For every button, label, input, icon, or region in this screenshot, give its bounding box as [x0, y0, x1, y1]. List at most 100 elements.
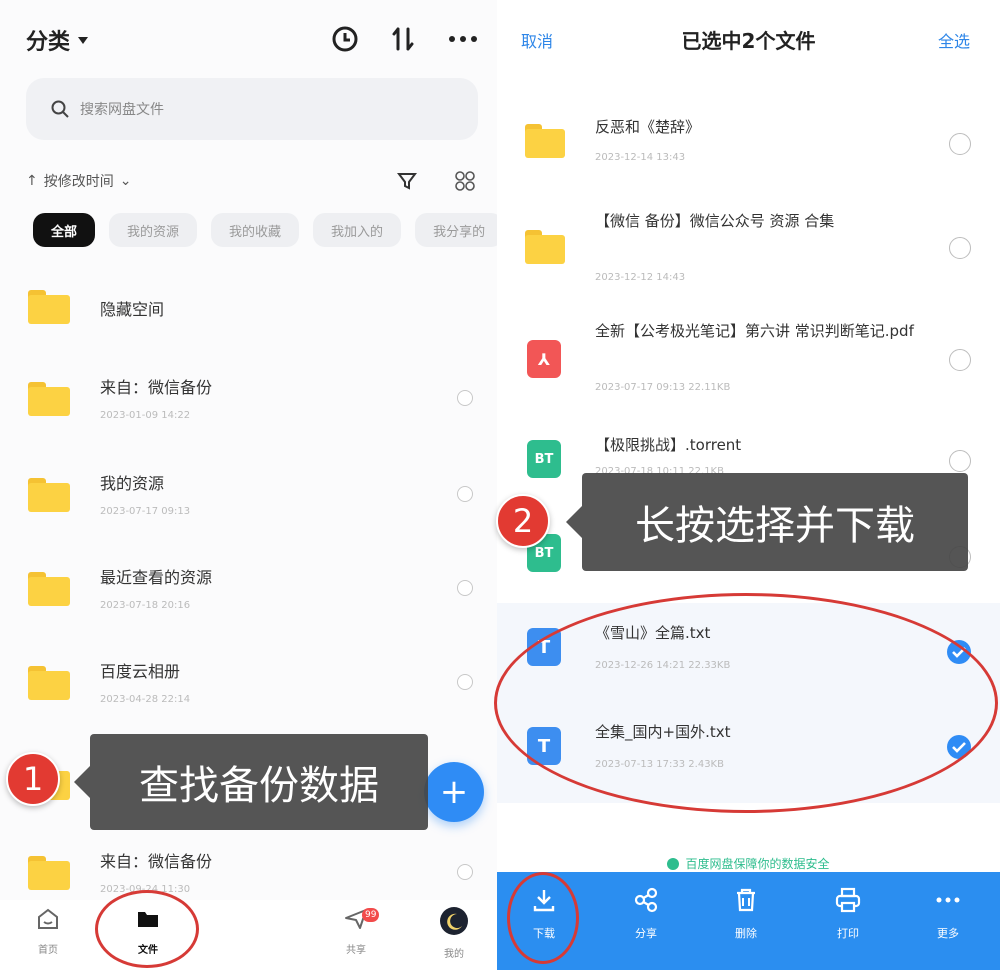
file-date: 2023-12-12 14:43	[595, 272, 686, 283]
filter-icon[interactable]	[396, 170, 418, 192]
nav-home[interactable]: 首页	[18, 906, 78, 956]
folder-icon	[28, 572, 70, 606]
file-name: 来自：微信备份	[100, 378, 213, 397]
print-button[interactable]: 打印	[813, 886, 883, 941]
file-date: 2023-07-18 20:16	[100, 600, 191, 611]
file-name: 百度云相册	[100, 662, 181, 681]
folder-icon	[28, 666, 70, 700]
file-name: 我的资源	[100, 474, 165, 493]
arrow-up-icon: ↑	[26, 173, 38, 189]
folder-icon	[28, 290, 70, 324]
selection-header: 取消 已选中2个文件 全选	[497, 0, 1000, 70]
select-radio[interactable]	[949, 133, 971, 155]
caret-down-icon	[78, 36, 89, 44]
file-date: 2023-01-09 14:22	[100, 410, 191, 421]
step-badge-1: 1	[6, 752, 60, 806]
print-label: 打印	[837, 927, 859, 940]
callout-find-backup: 查找备份数据	[74, 734, 428, 830]
tutorial-screenshot: 分类 搜索网盘文件 ↑ 按修改时间 ⌄ 全部 我的资源 我的收藏 我加入的 我分…	[0, 0, 1000, 970]
sort-label: 按修改时间	[43, 174, 114, 190]
top-bar: 分类	[0, 0, 497, 80]
highlight-ring-selected-files	[494, 593, 998, 813]
list-item[interactable]: ⅄ 全新【公考极光笔记】第六讲 常识判断笔记.pdf 2023-07-17 09…	[497, 312, 1000, 412]
list-item[interactable]: 最近查看的资源 2023-07-18 20:16	[0, 542, 497, 632]
file-name: 最近查看的资源	[100, 568, 213, 587]
more-icon[interactable]	[446, 22, 480, 56]
notification-badge: 99	[362, 908, 380, 922]
file-date: 2023-04-28 22:14	[100, 694, 191, 705]
select-all-button[interactable]: 全选	[938, 28, 970, 52]
category-dropdown[interactable]: 分类	[26, 24, 89, 56]
history-icon[interactable]	[328, 22, 362, 56]
select-radio[interactable]	[457, 674, 473, 690]
folder-icon	[28, 856, 70, 890]
select-radio[interactable]	[457, 486, 473, 502]
list-item[interactable]: 隐藏空间	[0, 262, 497, 352]
file-name: 【极限挑战】.torrent	[595, 436, 742, 454]
folder-icon	[525, 124, 565, 158]
select-radio[interactable]	[457, 864, 473, 880]
select-radio[interactable]	[457, 580, 473, 596]
list-item[interactable]: 来自：微信备份 2023-01-09 14:22	[0, 352, 497, 442]
share-icon	[634, 887, 658, 913]
list-item[interactable]: 我的资源 2023-07-17 09:13	[0, 448, 497, 538]
nav-home-label: 首页	[38, 945, 58, 956]
sort-arrows-icon[interactable]	[386, 22, 420, 56]
sort-bar: ↑ 按修改时间 ⌄	[26, 168, 478, 196]
file-date: 2023-12-14 13:43	[595, 152, 686, 163]
add-button[interactable]: +	[424, 762, 484, 822]
highlight-ring-files-tab	[95, 890, 199, 968]
file-name: 【微信 备份】微信公众号 资源 合集	[595, 212, 835, 230]
select-radio[interactable]	[949, 237, 971, 259]
category-label: 分类	[26, 30, 71, 55]
callout-select-download: 长按选择并下载	[566, 473, 968, 571]
sort-order-button[interactable]: ↑ 按修改时间 ⌄	[26, 171, 131, 191]
shield-icon	[667, 857, 680, 870]
folder-icon	[525, 230, 565, 264]
list-item[interactable]: 百度云相册 2023-04-28 22:14	[0, 636, 497, 726]
highlight-ring-download	[507, 872, 579, 964]
chevron-down-icon: ⌄	[119, 173, 132, 189]
select-radio[interactable]	[457, 390, 473, 406]
file-date: 2023-07-17 09:13 22.11KB	[595, 382, 731, 393]
print-icon	[835, 887, 861, 913]
search-bar[interactable]: 搜索网盘文件	[26, 78, 478, 140]
selection-title: 已选中2个文件	[681, 29, 816, 53]
delete-button[interactable]: 删除	[711, 886, 781, 941]
file-name: 隐藏空间	[100, 300, 165, 319]
file-date: 2023-07-17 09:13	[100, 506, 191, 517]
nav-share[interactable]: 99 共享	[326, 906, 386, 956]
more-label: 更多	[937, 927, 959, 940]
chip-my-resources[interactable]: 我的资源	[109, 213, 198, 247]
share-button[interactable]: 分享	[611, 886, 681, 941]
file-name: 来自：微信备份	[100, 852, 213, 871]
chip-joined[interactable]: 我加入的	[313, 213, 402, 247]
security-hint[interactable]: 百度网盘保障你的数据安全	[497, 855, 1000, 872]
security-hint-text: 百度网盘保障你的数据安全	[685, 857, 830, 871]
pdf-icon: ⅄	[527, 340, 561, 378]
chip-shared[interactable]: 我分享的	[415, 213, 497, 247]
select-radio[interactable]	[949, 450, 971, 472]
list-item[interactable]: 【微信 备份】微信公众号 资源 合集 2023-12-12 14:43	[497, 200, 1000, 300]
delete-label: 删除	[735, 927, 757, 940]
list-item[interactable]: 反恶和《楚辞》 2023-12-14 13:43	[497, 92, 1000, 192]
search-icon	[51, 100, 69, 118]
folder-icon	[28, 478, 70, 512]
chip-all[interactable]: 全部	[33, 213, 96, 247]
bottom-nav: 首页 文件 99 共享 我的	[0, 900, 497, 970]
share-label: 分享	[635, 927, 657, 940]
more-button[interactable]: 更多	[913, 886, 983, 941]
more-icon	[936, 897, 960, 903]
nav-share-label: 共享	[346, 945, 366, 956]
nav-me-label: 我的	[444, 949, 464, 960]
file-name: 全新【公考极光笔记】第六讲 常识判断笔记.pdf	[595, 322, 914, 340]
select-radio[interactable]	[949, 349, 971, 371]
nav-me[interactable]: 我的	[424, 906, 484, 960]
file-name: 反恶和《楚辞》	[595, 118, 701, 136]
search-placeholder: 搜索网盘文件	[80, 102, 164, 118]
grid-view-icon[interactable]	[454, 170, 476, 192]
folder-icon	[28, 382, 70, 416]
filter-chips: 全部 我的资源 我的收藏 我加入的 我分享的	[33, 213, 497, 247]
step-badge-2: 2	[496, 494, 550, 548]
chip-favorites[interactable]: 我的收藏	[211, 213, 300, 247]
